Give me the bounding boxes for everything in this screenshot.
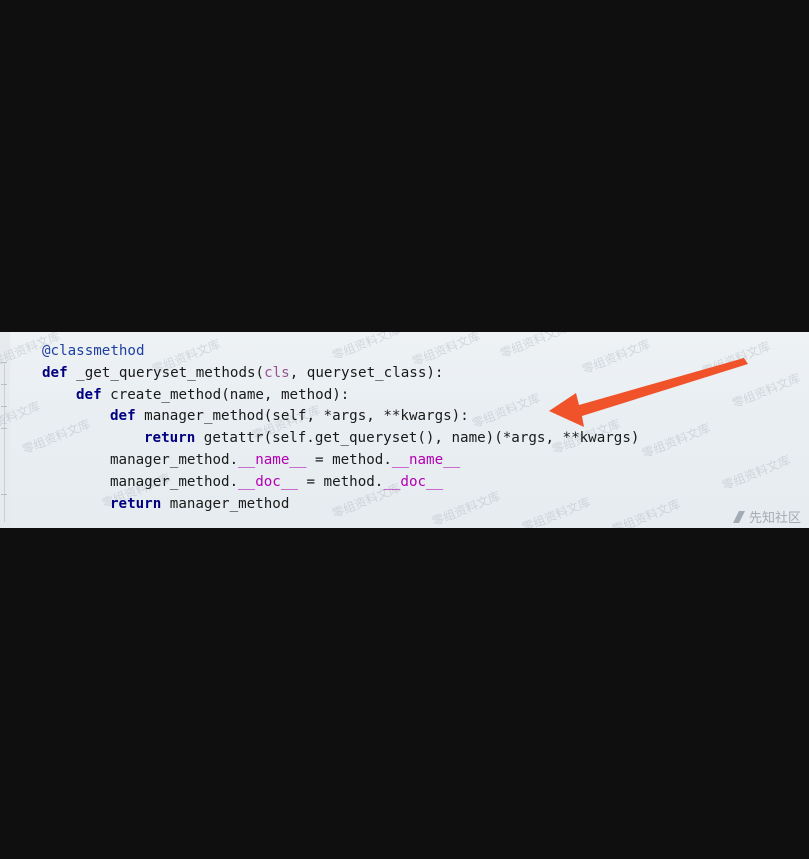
- code-panel: 零组资料文库 零组资料文库 零组资料文库 零组资料文库 零组资料文库 零组资料文…: [0, 332, 809, 528]
- site-logo-text: 先知社区: [748, 511, 801, 526]
- site-logo-icon: [732, 510, 745, 523]
- annotation-arrow-icon: [549, 358, 748, 427]
- site-logo: 先知社区: [732, 507, 801, 526]
- arrow-shape: [549, 358, 748, 427]
- screenshot-frame: 零组资料文库 零组资料文库 零组资料文库 零组资料文库 零组资料文库 零组资料文…: [0, 0, 809, 859]
